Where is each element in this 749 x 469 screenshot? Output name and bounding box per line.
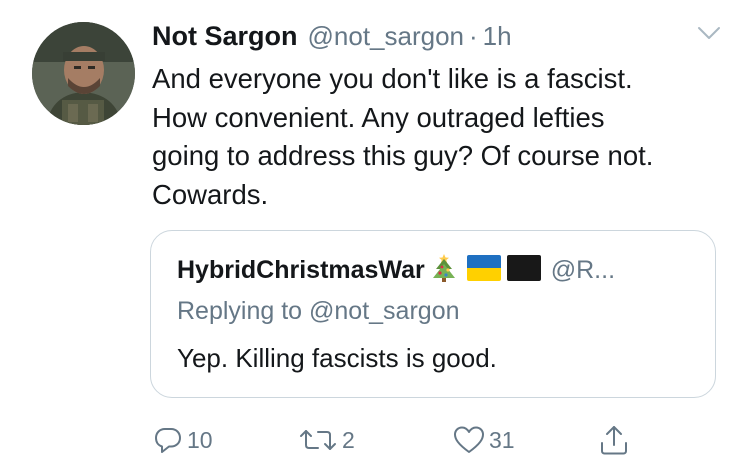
tweet-header: Not Sargon @not_sargon · 1h [152, 18, 512, 54]
avatar[interactable] [32, 22, 135, 125]
quoted-tweet-header: HybridChristmasWar @R... [177, 253, 615, 288]
reply-button[interactable]: 10 [153, 422, 213, 458]
quoted-text: Yep. Killing fascists is good. [177, 343, 497, 373]
like-count: 31 [489, 426, 515, 453]
share-button[interactable] [598, 422, 630, 458]
reply-count: 10 [187, 426, 213, 453]
black-flag-icon [506, 255, 541, 286]
ukraine-flag-icon [466, 255, 501, 286]
separator-dot: · [469, 20, 478, 51]
tweet-text-line: going to address this guy? Of course not… [152, 140, 654, 171]
reply-icon [155, 428, 181, 453]
author-handle[interactable]: @not_sargon [308, 21, 465, 52]
christmas-tree-icon [431, 253, 457, 288]
retweet-count: 2 [342, 426, 355, 453]
quoted-author-name: HybridChristmasWar [177, 256, 425, 284]
avatar-image [32, 22, 135, 125]
quoted-tweet[interactable]: HybridChristmasWar @R... Replying to @no… [150, 230, 716, 398]
heart-icon [454, 426, 484, 453]
timestamp[interactable]: 1h [483, 21, 512, 52]
tweet-actions: 10 2 31 [0, 422, 749, 462]
tweet-text: And everyone you don't like is a fascist… [152, 60, 732, 214]
tweet-text-line: How convenient. Any outraged lefties [152, 101, 605, 133]
replying-to: Replying to @not_sargon [177, 297, 460, 325]
author-name[interactable]: Not Sargon [152, 21, 298, 52]
chevron-down-icon[interactable] [697, 25, 721, 41]
tweet-text-line: Cowards. [152, 178, 269, 210]
like-button[interactable]: 31 [453, 422, 515, 458]
quoted-author-handle: @R... [550, 256, 616, 284]
tweet-text-line: And everyone you don't like is a fascist… [152, 63, 633, 94]
retweet-button[interactable]: 2 [298, 422, 355, 458]
retweet-icon [300, 430, 336, 450]
share-icon [601, 426, 627, 455]
